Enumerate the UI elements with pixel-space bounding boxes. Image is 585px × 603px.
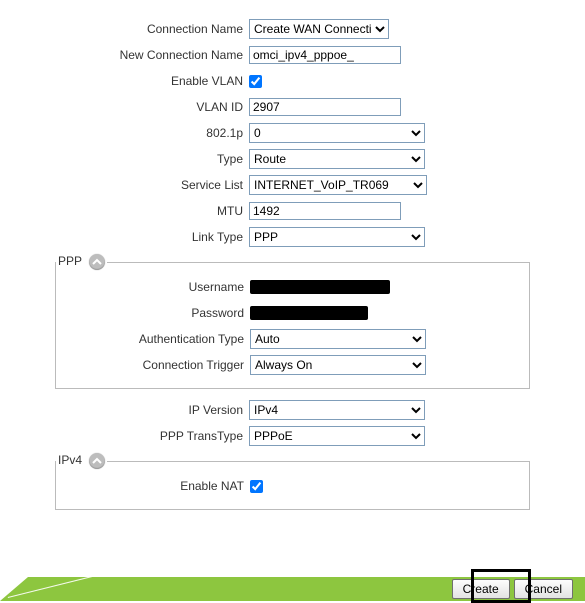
password-redacted xyxy=(250,306,368,320)
enable-nat-checkbox[interactable] xyxy=(250,480,263,493)
connection-name-label: Connection Name xyxy=(55,22,249,36)
connection-trigger-label: Connection Trigger xyxy=(56,358,250,372)
auth-type-select[interactable]: Auto xyxy=(250,329,426,349)
enable-nat-label: Enable NAT xyxy=(56,479,250,493)
ppp-legend: PPP xyxy=(56,254,107,270)
new-connection-name-input[interactable] xyxy=(249,46,401,64)
ipv4-collapse-toggle[interactable] xyxy=(89,453,105,469)
service-list-label: Service List xyxy=(55,178,249,192)
chevron-up-icon xyxy=(92,456,102,466)
footer: Create Cancel xyxy=(0,567,585,601)
mtu-input[interactable] xyxy=(249,202,401,220)
ppp-fieldset: PPP Username Password xyxy=(55,254,530,389)
cancel-button[interactable]: Cancel xyxy=(514,579,573,599)
footer-buttons: Create Cancel xyxy=(452,579,573,599)
type-select[interactable]: Route xyxy=(249,149,425,169)
username-redacted xyxy=(250,280,390,294)
service-list-select[interactable]: INTERNET_VoIP_TR069 xyxy=(249,175,427,195)
password-label: Password xyxy=(56,306,250,320)
chevron-up-icon xyxy=(92,257,102,267)
ppp-legend-text: PPP xyxy=(58,254,82,268)
footer-accent-line xyxy=(8,561,154,598)
enable-vlan-checkbox[interactable] xyxy=(249,75,262,88)
mtu-label: MTU xyxy=(55,204,249,218)
connection-name-select[interactable]: Create WAN Connection xyxy=(249,19,389,39)
link-type-select[interactable]: PPP xyxy=(249,227,425,247)
vlan-id-input[interactable] xyxy=(249,98,401,116)
new-connection-name-label: New Connection Name xyxy=(55,48,249,62)
ipv4-legend-text: IPv4 xyxy=(58,453,82,467)
wan-config-page: Connection Name Create WAN Connection Ne… xyxy=(0,0,585,601)
ppp-transtype-label: PPP TransType xyxy=(55,429,249,443)
ip-version-label: IP Version xyxy=(55,403,249,417)
auth-type-label: Authentication Type xyxy=(56,332,250,346)
create-button[interactable]: Create xyxy=(452,579,510,599)
8021p-select[interactable]: 0 xyxy=(249,123,425,143)
ipv4-fieldset: IPv4 Enable NAT xyxy=(55,453,530,510)
ppp-transtype-select[interactable]: PPPoE xyxy=(249,426,425,446)
enable-vlan-label: Enable VLAN xyxy=(55,74,249,88)
type-label: Type xyxy=(55,152,249,166)
8021p-label: 802.1p xyxy=(55,126,249,140)
vlan-id-label: VLAN ID xyxy=(55,100,249,114)
link-type-label: Link Type xyxy=(55,230,249,244)
ppp-collapse-toggle[interactable] xyxy=(89,254,105,270)
ipv4-legend: IPv4 xyxy=(56,453,107,469)
form-area: Connection Name Create WAN Connection Ne… xyxy=(0,0,585,510)
connection-trigger-select[interactable]: Always On xyxy=(250,355,426,375)
ip-version-select[interactable]: IPv4 xyxy=(249,400,425,420)
username-label: Username xyxy=(56,280,250,294)
